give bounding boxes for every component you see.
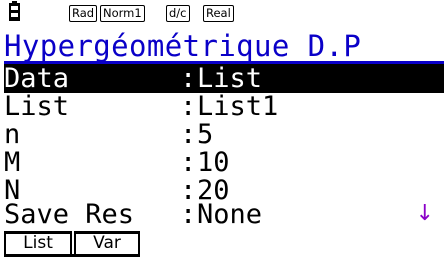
page-title: Hypergéométrique D.P bbox=[4, 29, 362, 63]
fraction-mode-badge: d/c bbox=[166, 5, 190, 22]
status-bar: Rad Norm1 d/c Real bbox=[0, 0, 448, 29]
setting-separator: : bbox=[180, 199, 197, 230]
setting-label: Save Res bbox=[4, 199, 135, 230]
setting-value: 10 bbox=[197, 147, 230, 178]
angle-mode-badge: Rad bbox=[69, 5, 98, 22]
setting-row-n[interactable]: n : 5 bbox=[4, 120, 444, 149]
setting-label: Data bbox=[4, 63, 70, 94]
setting-row-save-res[interactable]: Save Res : None ↓ bbox=[4, 200, 444, 229]
setting-label: n bbox=[4, 119, 21, 150]
setting-value: None bbox=[197, 199, 263, 230]
f1-list-key[interactable]: List bbox=[4, 231, 72, 254]
setting-row-list[interactable]: List : List1 bbox=[4, 92, 444, 121]
setting-separator: : bbox=[180, 147, 197, 178]
calculator-screen: Rad Norm1 d/c Real Hypergéométrique D.P … bbox=[0, 0, 448, 257]
battery-icon bbox=[9, 1, 20, 21]
f2-var-key[interactable]: Var bbox=[74, 231, 140, 254]
setting-value: List bbox=[197, 63, 263, 94]
setting-label: M bbox=[4, 147, 21, 178]
complex-mode-badge: Real bbox=[203, 5, 234, 22]
setting-separator: : bbox=[180, 63, 197, 94]
setting-row-data[interactable]: Data : List bbox=[4, 64, 444, 93]
display-mode-badge: Norm1 bbox=[100, 5, 145, 22]
setting-value: List1 bbox=[197, 91, 279, 122]
setting-separator: : bbox=[180, 119, 197, 150]
setting-row-m[interactable]: M : 10 bbox=[4, 148, 444, 177]
scroll-down-arrow-icon: ↓ bbox=[415, 201, 434, 226]
setting-value: 5 bbox=[197, 119, 214, 150]
setting-label: List bbox=[4, 91, 70, 122]
setting-separator: : bbox=[180, 91, 197, 122]
